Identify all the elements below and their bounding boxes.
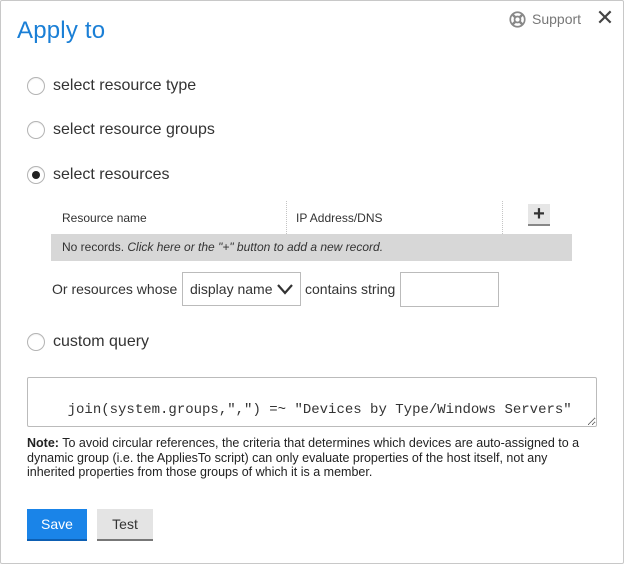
close-icon[interactable]: ✕: [595, 7, 615, 29]
support-label: Support: [532, 11, 582, 27]
no-records-row[interactable]: No records. Click here or the "+" button…: [51, 234, 572, 261]
radio-custom-query[interactable]: [27, 333, 45, 351]
test-button[interactable]: Test: [97, 509, 153, 541]
filter-prefix-label: Or resources whose: [52, 281, 178, 297]
note-text: Note: To avoid circular references, the …: [27, 436, 597, 480]
property-select-value: display name: [190, 281, 273, 297]
property-select[interactable]: display name: [182, 272, 301, 306]
option-resource-groups[interactable]: select resource groups: [27, 121, 215, 139]
no-records-label: No records.: [62, 240, 125, 254]
option-custom-query-label: custom query: [53, 333, 150, 350]
radio-resources[interactable]: [27, 166, 45, 184]
custom-query-text: join(system.groups,",") =~ "Devices by T…: [67, 402, 572, 418]
apply-to-dialog: Apply to Support ✕ select resource type …: [0, 0, 624, 564]
save-button[interactable]: Save: [27, 509, 87, 541]
option-resource-type[interactable]: select resource type: [27, 77, 196, 95]
custom-query-textarea[interactable]: join(system.groups,",") =~ "Devices by T…: [27, 377, 597, 427]
option-resource-groups-label: select resource groups: [53, 121, 215, 138]
column-separator: [502, 201, 503, 234]
resize-grip-icon[interactable]: [585, 415, 594, 424]
add-record-button[interactable]: +: [528, 204, 550, 226]
operator-label: contains string: [305, 281, 396, 297]
support-link[interactable]: Support: [509, 9, 581, 29]
column-header-ip-address: IP Address/DNS: [296, 211, 383, 225]
no-records-hint: Click here or the "+" button to add a ne…: [124, 240, 384, 254]
resources-table: Resource name IP Address/DNS + No record…: [51, 201, 572, 261]
dialog-title: Apply to: [17, 17, 106, 44]
option-resource-type-label: select resource type: [53, 77, 197, 94]
note-body: To avoid circular references, the criter…: [27, 436, 580, 479]
contains-string-input[interactable]: [400, 272, 499, 307]
option-resources[interactable]: select resources: [27, 166, 170, 184]
note-label: Note:: [27, 436, 59, 450]
radio-resource-groups[interactable]: [27, 121, 45, 139]
chevron-down-icon: [276, 281, 294, 297]
lifebuoy-icon: [509, 10, 526, 28]
resources-table-header: Resource name IP Address/DNS +: [51, 201, 572, 234]
column-header-resource-name: Resource name: [62, 211, 147, 225]
column-separator: [286, 201, 287, 234]
radio-resource-type[interactable]: [27, 77, 45, 95]
option-custom-query[interactable]: custom query: [27, 333, 149, 351]
option-resources-label: select resources: [53, 166, 170, 183]
